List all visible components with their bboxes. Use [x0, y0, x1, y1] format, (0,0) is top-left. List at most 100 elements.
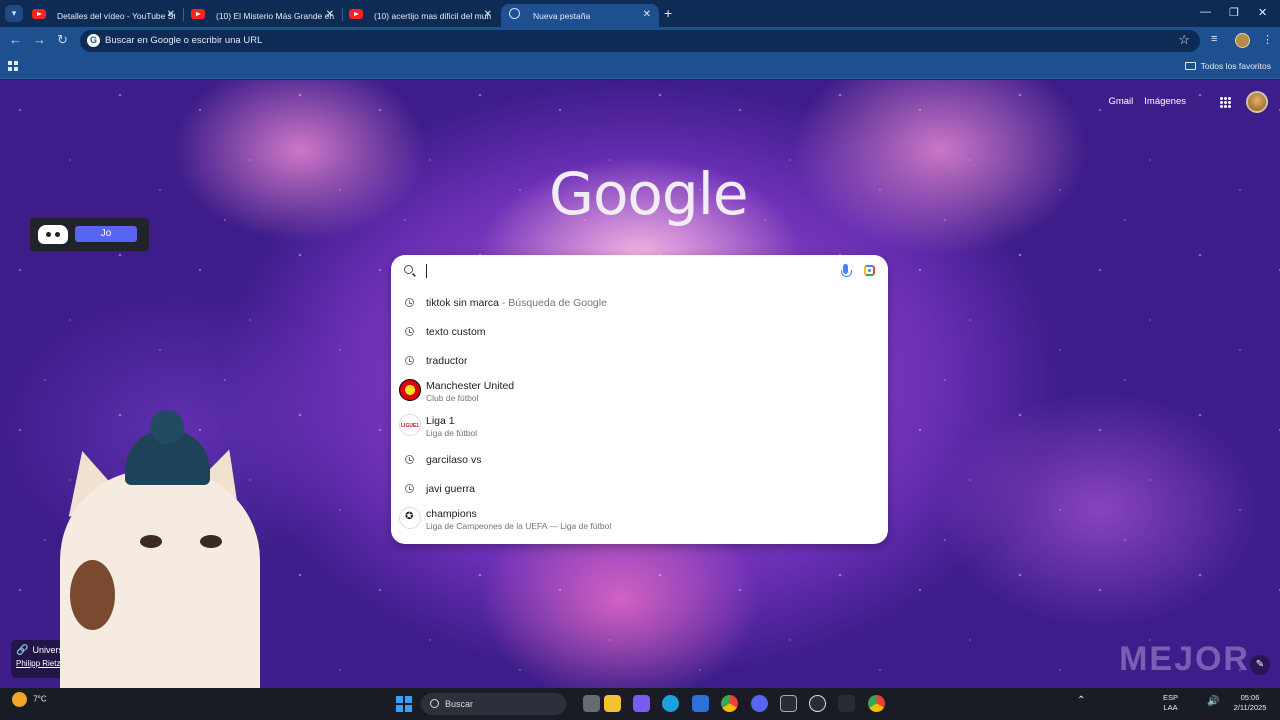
new-tab-button[interactable]: + — [664, 5, 672, 21]
forward-icon[interactable]: → — [33, 32, 46, 47]
google-g-icon: G — [87, 34, 100, 47]
google-apps-icon[interactable] — [1220, 97, 1231, 108]
manchester-united-crest-icon — [399, 379, 421, 401]
keyboard-layout: LAA — [1163, 703, 1178, 712]
google-lens-icon[interactable] — [864, 265, 875, 276]
address-placeholder: Buscar en Google o escribir una URL — [105, 35, 263, 46]
tab-youtube-video-1[interactable]: (10) El Misterio Más Grande en ✕ — [184, 4, 342, 27]
suggestion-item[interactable]: texto custom — [391, 318, 888, 347]
ligue-1-logo-icon — [399, 414, 421, 436]
tab-strip: ▾ Detalles del vídeo - YouTube St ✕ (10)… — [0, 0, 1280, 27]
search-dropdown: tiktok sin marca - Búsqueda de Google te… — [391, 255, 888, 544]
browser-toolbar: ← → ↻ G Buscar en Google o escribir una … — [0, 27, 1280, 55]
language-indicator[interactable]: ESP LAA — [1163, 693, 1178, 713]
suggestion-text: Liga 1 — [426, 415, 455, 427]
tab-search-button[interactable]: ▾ — [5, 5, 23, 22]
suggestion-item[interactable]: champions Liga de Campeones de la UEFA —… — [391, 504, 888, 533]
close-icon[interactable]: ✕ — [643, 9, 651, 20]
suggestion-subtitle: Liga de Campeones de la UEFA — Liga de f… — [426, 521, 612, 531]
chrome-profile-icon[interactable] — [868, 695, 885, 712]
edge-icon[interactable] — [662, 695, 679, 712]
windows-start-icon[interactable] — [396, 696, 412, 712]
images-link[interactable]: Imágenes — [1144, 96, 1186, 107]
menu-dots-icon[interactable]: ⋮ — [1262, 33, 1273, 46]
suggestion-subtitle: Liga de fútbol — [426, 428, 478, 438]
weather-widget[interactable]: 7°C — [12, 692, 47, 707]
history-icon — [405, 298, 414, 307]
discord-join-button[interactable]: Jo — [75, 226, 137, 242]
new-tab-page: Gmail Imágenes Google Jo tiktok sin marc… — [0, 80, 1280, 688]
pop-cat-overlay — [40, 410, 270, 688]
clock-date: 2/11/2025 — [1233, 703, 1267, 712]
suggestion-item[interactable]: traductor — [391, 347, 888, 376]
steam-icon[interactable] — [809, 695, 826, 712]
taskbar-search[interactable]: Buscar — [421, 693, 566, 715]
tab-youtube-studio[interactable]: Detalles del vídeo - YouTube St ✕ — [25, 4, 183, 27]
reload-icon[interactable]: ↻ — [57, 32, 68, 48]
microphone-icon[interactable] — [841, 264, 852, 277]
suggestion-item[interactable]: tiktok sin marca - Búsqueda de Google — [391, 289, 888, 318]
volume-icon[interactable]: 🔊 — [1207, 697, 1219, 707]
close-icon[interactable]: ✕ — [167, 9, 175, 20]
suggestion-item[interactable]: Manchester United Club de fútbol — [391, 376, 888, 405]
gmail-link[interactable]: Gmail — [1108, 96, 1133, 107]
close-icon[interactable]: ✕ — [484, 9, 492, 20]
bookmarks-bar: Todos los favoritos — [0, 55, 1280, 79]
windows-taskbar: 7°C Buscar ⌃ ESP LAA 🔊 05:06 2/11/2025 — [0, 688, 1280, 720]
account-avatar[interactable] — [1246, 91, 1268, 113]
history-icon — [405, 455, 414, 464]
tab-title: Detalles del vídeo - YouTube St — [57, 10, 175, 21]
clock[interactable]: 05:06 2/11/2025 — [1228, 693, 1272, 713]
discord-app-icon[interactable] — [751, 695, 768, 712]
bookmark-star-icon[interactable]: ☆ — [1178, 32, 1190, 48]
store-icon[interactable] — [692, 695, 709, 712]
youtube-icon — [32, 9, 46, 19]
clock-time: 05:06 — [1240, 693, 1260, 702]
address-bar[interactable]: G Buscar en Google o escribir una URL ☆ — [80, 30, 1200, 52]
history-icon — [405, 356, 414, 365]
suggestion-item[interactable]: garcilaso vs — [391, 446, 888, 475]
tab-title: (10) acertijo mas dificil del mun — [374, 10, 492, 21]
minimize-icon[interactable]: — — [1200, 6, 1211, 18]
chrome-icon — [509, 8, 520, 19]
google-header-links: Gmail Imágenes — [1108, 96, 1186, 107]
chrome-icon[interactable] — [721, 695, 738, 712]
suggestion-suffix: - Búsqueda de Google — [498, 297, 607, 309]
suggestion-text: javi guerra — [426, 483, 476, 495]
suggestion-subtitle: Club de fútbol — [426, 393, 479, 403]
history-icon — [405, 327, 414, 336]
suggestion-item[interactable]: Liga 1 Liga de fútbol — [391, 411, 888, 440]
all-bookmarks-button[interactable]: Todos los favoritos — [1184, 61, 1271, 71]
tray-chevron-icon[interactable]: ⌃ — [1077, 696, 1085, 706]
app-icon[interactable] — [780, 695, 797, 712]
close-icon[interactable]: ✕ — [326, 9, 334, 20]
discord-widget: Jo — [30, 218, 149, 251]
valorant-icon[interactable] — [838, 695, 855, 712]
folder-icon — [1184, 62, 1196, 70]
search-input[interactable] — [391, 255, 888, 289]
tab-youtube-video-2[interactable]: (10) acertijo mas dificil del mun ✕ — [342, 4, 500, 27]
task-view-icon[interactable] — [583, 695, 600, 712]
tab-new-tab[interactable]: Nueva pestaña ✕ — [501, 4, 659, 27]
customize-pencil-icon[interactable]: ✎ — [1250, 655, 1270, 675]
youtube-icon — [191, 9, 205, 19]
all-bookmarks-label: Todos los favoritos — [1200, 61, 1271, 71]
discord-icon — [38, 225, 68, 244]
champions-league-logo-icon — [399, 507, 421, 529]
file-explorer-icon[interactable] — [604, 695, 621, 712]
suggestion-text: texto custom — [426, 326, 486, 338]
suggestion-text: Manchester United — [426, 380, 515, 392]
weather-temp: 7°C — [33, 694, 47, 704]
tab-title: (10) El Misterio Más Grande en — [216, 10, 334, 21]
profile-avatar[interactable] — [1235, 33, 1250, 48]
suggestion-text: garcilaso vs — [426, 454, 482, 466]
close-window-icon[interactable]: ✕ — [1258, 6, 1267, 19]
copilot-icon[interactable] — [633, 695, 650, 712]
back-icon[interactable]: ← — [9, 32, 22, 47]
apps-icon[interactable] — [8, 61, 18, 71]
suggestion-text: tiktok sin marca — [426, 297, 499, 309]
suggestion-item[interactable]: javi guerra — [391, 475, 888, 504]
restore-icon[interactable]: ❐ — [1229, 6, 1239, 19]
search-icon — [404, 265, 413, 274]
media-controls-icon[interactable]: ≡ — [1211, 33, 1217, 45]
